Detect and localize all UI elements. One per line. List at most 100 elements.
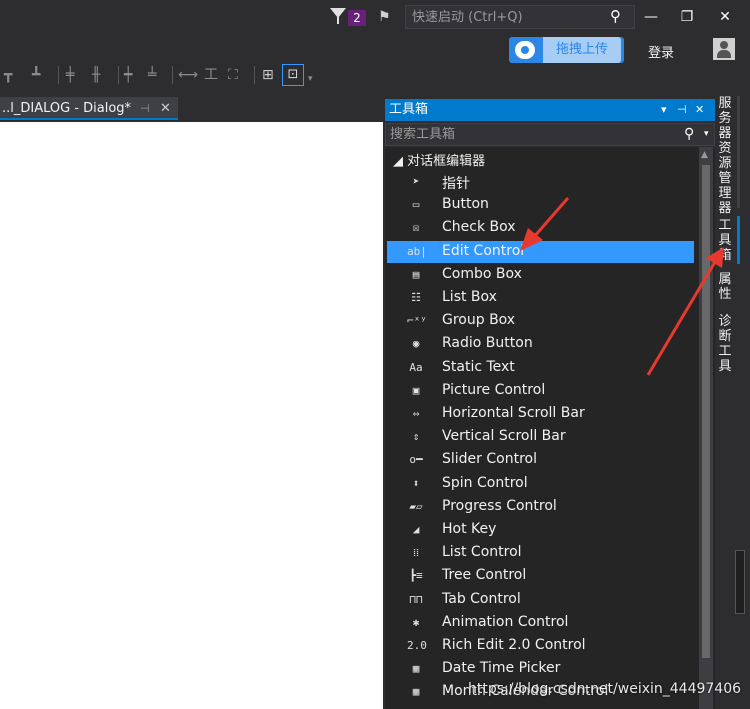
tab-toolbox[interactable]: 工具箱 (717, 218, 733, 263)
static-text-icon: Aa (409, 361, 423, 374)
toolbox-item-label: Spin Control (442, 475, 528, 491)
toolbox-item-label: Static Text (442, 359, 515, 375)
avatar[interactable] (713, 38, 735, 60)
scroll-indicator[interactable] (735, 550, 745, 614)
toolbox-item[interactable]: ▦ Date Time Picker (387, 658, 694, 680)
restore-button[interactable]: ❐ (672, 6, 702, 28)
toolbox-item[interactable]: ✱ Animation Control (387, 612, 694, 634)
toolbox-item-label: Edit Control (442, 243, 525, 259)
toolbox-item-label: List Box (442, 289, 497, 305)
quick-launch-input[interactable]: 快速启动 (Ctrl+Q) (405, 5, 635, 29)
list-box-icon: ☷ (411, 291, 421, 304)
checkbox-icon: ☒ (412, 221, 420, 234)
toolbar-separator (118, 66, 119, 84)
tab-diagnostic-tools[interactable]: 诊断工具 (717, 314, 733, 374)
toolbox-header: 工具箱 ▾ ⊣ ✕ (385, 99, 715, 121)
center-vertical-icon[interactable]: ╪ (66, 66, 74, 84)
toolbox-item-label: Check Box (442, 219, 516, 235)
rich-edit-icon: 2.0 (407, 639, 427, 652)
toolbox-item[interactable]: ┣≡ Tree Control (387, 565, 694, 587)
align-baseline-icon[interactable]: ┻ (32, 66, 40, 84)
toolbox-item[interactable]: ▣ Picture Control (387, 380, 694, 402)
toolbox-search-input[interactable]: 搜索工具箱 ⚲ ▾ (385, 123, 715, 146)
toolbox-item[interactable]: ▤ Combo Box (387, 264, 694, 286)
hot-key-icon: ◢ (412, 523, 420, 536)
tree-control-icon: ┣≡ (409, 569, 423, 582)
radio-button-icon: ◉ (412, 337, 420, 350)
toolbox-item[interactable]: Aa Static Text (387, 357, 694, 379)
close-button[interactable]: ✕ (710, 6, 740, 28)
toolbox-item[interactable]: 2.0 Rich Edit 2.0 Control (387, 635, 694, 657)
toggle-guides-button[interactable]: ⊡ (282, 64, 304, 86)
toggle-grid-icon[interactable]: ⊞ (262, 66, 274, 84)
search-icon[interactable]: ⚲ (684, 124, 694, 145)
space-across-icon[interactable]: ┿ (124, 66, 132, 84)
tab-control-icon: ⊓⊓ (409, 593, 423, 606)
make-same-size-icon[interactable]: ⛶ (228, 66, 238, 84)
group-box-icon: ⌐ˣʸ (407, 314, 427, 327)
document-tab[interactable]: ..l_DIALOG - Dialog* ⊣ ✕ (0, 97, 178, 120)
date-time-icon: ▦ (412, 662, 420, 675)
pin-icon[interactable]: ⊣ (140, 97, 150, 120)
make-same-height-icon[interactable]: 工 (204, 66, 218, 84)
toolbox-item[interactable]: ▰▱ Progress Control (387, 496, 694, 518)
upload-button[interactable]: 拖拽上传 (509, 37, 624, 63)
toolbox-scroll-thumb[interactable] (702, 165, 710, 658)
close-icon[interactable]: ✕ (695, 99, 704, 121)
tab-server-explorer[interactable]: 服务器资源管理器 (717, 96, 733, 216)
tab-properties[interactable]: 属性 (717, 272, 733, 302)
toolbox-item[interactable]: ⊓⊓ Tab Control (387, 589, 694, 611)
month-calendar-icon: ▦ (412, 685, 420, 698)
center-horizontal-icon[interactable]: ╫ (92, 66, 100, 84)
toolbox-item-label: Tree Control (442, 567, 527, 583)
toolbox-item[interactable]: ⁞⁞ List Control (387, 542, 694, 564)
toolbox-item[interactable]: ➤ 指针 (387, 171, 694, 193)
spin-icon: ⬍ (412, 477, 420, 490)
toolbox-item[interactable]: ◢ Hot Key (387, 519, 694, 541)
align-bottom-icon[interactable]: ┳ (4, 66, 12, 84)
toolbox-item-label: Picture Control (442, 382, 546, 398)
document-tab-title: ..l_DIALOG - Dialog* (2, 101, 132, 116)
toolbox-item[interactable]: ☒ Check Box (387, 217, 694, 239)
make-same-width-icon[interactable]: ⟷ (178, 66, 198, 84)
toolbox-item[interactable]: ⬍ Spin Control (387, 473, 694, 495)
feedback-icon[interactable]: ⚑ (378, 9, 396, 25)
picture-control-icon: ▣ (412, 384, 420, 397)
toolbox-item-label: Animation Control (442, 614, 569, 630)
toolbar-separator (254, 66, 255, 84)
upload-label: 拖拽上传 (543, 37, 621, 63)
tab-close-icon[interactable]: ✕ (160, 97, 171, 120)
toolbox-item-label: Tab Control (442, 591, 521, 607)
toolbox-item-label: Group Box (442, 312, 516, 328)
toolbar-overflow-icon[interactable]: ▾ (308, 70, 313, 88)
auto-hide-pin-icon[interactable]: ⊣ (677, 99, 687, 121)
login-link[interactable]: 登录 (648, 42, 674, 61)
chevron-down-icon[interactable]: ▾ (704, 124, 709, 145)
scroll-up-icon[interactable]: ▲ (701, 150, 708, 160)
toolbox-item[interactable]: ab| Edit Control (387, 241, 694, 263)
space-down-icon[interactable]: ╧ (148, 66, 156, 84)
window-position-icon[interactable]: ▾ (661, 99, 667, 121)
dialog-editor-canvas[interactable] (0, 122, 383, 709)
toolbox-item-label: Progress Control (442, 498, 557, 514)
toolbox-group-header[interactable]: ◢ 对话框编辑器 (393, 150, 485, 169)
animation-icon: ✱ (412, 616, 420, 629)
toolbox-item-label: 指针 (442, 176, 470, 192)
button-icon: ▭ (412, 198, 420, 211)
notification-badge[interactable]: 2 (348, 10, 366, 26)
progress-icon: ▰▱ (409, 500, 423, 513)
toolbox-item[interactable]: ▭ Button (387, 194, 694, 216)
toolbox-item[interactable]: ⇕ Vertical Scroll Bar (387, 426, 694, 448)
toolbar-separator (58, 66, 59, 84)
toolbox-item[interactable]: o━ Slider Control (387, 449, 694, 471)
toolbox-item[interactable]: ⌐ˣʸ Group Box (387, 310, 694, 332)
minimize-button[interactable]: — (636, 6, 666, 28)
toolbox-item-label: Horizontal Scroll Bar (442, 405, 585, 421)
toolbox-item[interactable]: ◉ Radio Button (387, 333, 694, 355)
toolbox-item[interactable]: ⇔ Horizontal Scroll Bar (387, 403, 694, 425)
toolbox-item-label: Rich Edit 2.0 Control (442, 637, 586, 653)
hscroll-icon: ⇔ (412, 407, 420, 420)
toolbox-item[interactable]: ☷ List Box (387, 287, 694, 309)
toolbox-title: 工具箱 (389, 102, 429, 117)
search-icon[interactable]: ⚲ (610, 7, 630, 27)
